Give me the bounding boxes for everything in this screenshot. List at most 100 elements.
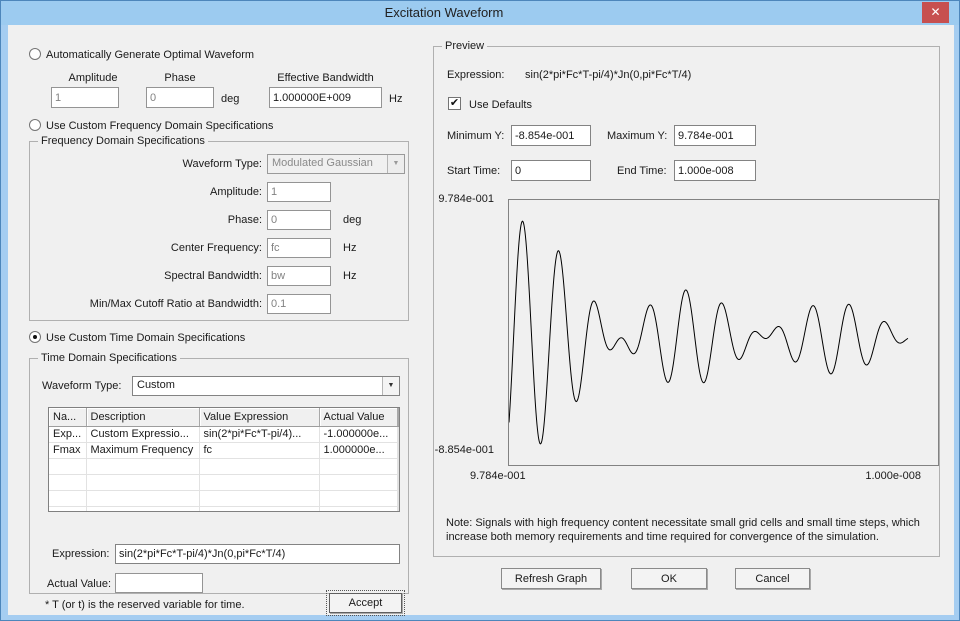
actual-value-label: Actual Value: bbox=[47, 578, 112, 590]
table-cell bbox=[49, 458, 87, 475]
cutoff-ratio-label: Min/Max Cutoff Ratio at Bandwidth: bbox=[89, 298, 262, 310]
min-y-input[interactable] bbox=[511, 125, 591, 146]
table-cell bbox=[199, 506, 320, 511]
title-bar[interactable]: Excitation Waveform ✕ bbox=[1, 1, 959, 25]
min-y-label: Minimum Y: bbox=[447, 130, 505, 142]
parameter-table[interactable]: Na... Description Value Expression Actual V… bbox=[48, 407, 400, 512]
waveform-plot bbox=[508, 220, 909, 445]
radio-auto-generate[interactable] bbox=[29, 48, 41, 60]
waveform-graph bbox=[508, 199, 939, 466]
table-empty-row bbox=[49, 506, 399, 511]
spectral-bandwidth-unit: Hz bbox=[343, 270, 357, 282]
table-cell bbox=[86, 506, 200, 511]
expression-input[interactable] bbox=[115, 544, 400, 564]
dialog-body: Automatically Generate Optimal Waveform … bbox=[8, 25, 954, 616]
radio-custom-frequency-label[interactable]: Use Custom Frequency Domain Specificatio… bbox=[46, 120, 273, 132]
time-waveform-type-label: Waveform Type: bbox=[42, 380, 122, 392]
use-defaults-label[interactable]: Use Defaults bbox=[469, 99, 532, 111]
note-line-1: Note: Signals with high frequency conten… bbox=[446, 517, 920, 529]
time-footnote: * T (or t) is the reserved variable for … bbox=[45, 599, 245, 611]
table-cell: Custom Expressio... bbox=[86, 426, 200, 443]
max-y-input[interactable] bbox=[674, 125, 756, 146]
refresh-graph-button[interactable]: Refresh Graph bbox=[501, 568, 601, 589]
table-column-header[interactable]: Description bbox=[86, 408, 200, 427]
preview-expression-label: Expression: bbox=[447, 69, 505, 81]
table-column-header[interactable]: Value Expression bbox=[199, 408, 320, 427]
time-waveform-type-dropdown[interactable]: Custom ▼ bbox=[132, 376, 400, 396]
table-cell: sin(2*pi*Fc*T-pi/4)... bbox=[199, 426, 320, 443]
table-row[interactable]: Exp... Custom Expressio... sin(2*pi*Fc*T-p… bbox=[49, 426, 399, 443]
table-cell bbox=[319, 458, 398, 475]
preview-group: Preview Expression: sin(2*pi*Fc*T-pi/4)*… bbox=[433, 40, 940, 557]
preview-expression-value: sin(2*pi*Fc*T-pi/4)*Jn(0,pi*Fc*T/4) bbox=[525, 69, 692, 81]
radio-auto-generate-label[interactable]: Automatically Generate Optimal Waveform bbox=[46, 49, 254, 61]
table-empty-row bbox=[49, 490, 399, 507]
table-cell bbox=[397, 506, 399, 511]
close-button[interactable]: ✕ bbox=[922, 2, 949, 23]
time-waveform-type-value: Custom bbox=[137, 379, 175, 391]
max-y-label: Maximum Y: bbox=[607, 130, 668, 142]
table-cell bbox=[397, 474, 399, 491]
start-time-label: Start Time: bbox=[447, 165, 501, 177]
expression-label: Expression: bbox=[52, 548, 110, 560]
note-line-2: increase both memory requirements and ti… bbox=[446, 531, 879, 543]
table-cell: Exp... bbox=[49, 426, 87, 443]
table-cell: Fmax bbox=[49, 442, 87, 459]
frequency-domain-group-title: Frequency Domain Specifications bbox=[38, 135, 208, 147]
table-cell bbox=[86, 474, 200, 491]
freq-phase-field bbox=[267, 210, 331, 230]
time-domain-group-title: Time Domain Specifications bbox=[38, 352, 180, 364]
effective-bandwidth-field bbox=[269, 87, 382, 108]
table-cell bbox=[49, 490, 87, 507]
hz-unit-label: Hz bbox=[389, 93, 403, 105]
freq-phase-unit: deg bbox=[343, 214, 362, 226]
table-cell bbox=[49, 506, 87, 511]
table-cell bbox=[319, 490, 398, 507]
table-empty-row bbox=[49, 474, 399, 491]
waveform-type-value: Modulated Gaussian bbox=[272, 157, 373, 169]
cutoff-ratio-field bbox=[267, 294, 331, 314]
radio-custom-time[interactable] bbox=[29, 331, 41, 343]
radio-custom-time-label[interactable]: Use Custom Time Domain Specifications bbox=[46, 332, 245, 344]
y-axis-min-label: -8.854e-001 bbox=[434, 444, 494, 456]
freq-amplitude-field bbox=[267, 182, 331, 202]
table-cell bbox=[319, 474, 398, 491]
spectral-bandwidth-label: Spectral Bandwidth: bbox=[164, 270, 262, 282]
center-frequency-label: Center Frequency: bbox=[170, 242, 262, 254]
use-defaults-checkbox[interactable]: ✔ bbox=[448, 97, 461, 110]
table-cell bbox=[319, 506, 398, 511]
chevron-down-icon: ▼ bbox=[382, 377, 399, 395]
deg-unit-label: deg bbox=[221, 93, 240, 105]
cancel-button[interactable]: Cancel bbox=[735, 568, 810, 589]
table-row[interactable]: Fmax Maximum Frequency fc 1.000000e... bbox=[49, 442, 399, 459]
parameter-table-grid: Na... Description Value Expression Actual V… bbox=[49, 408, 399, 511]
table-cell bbox=[397, 426, 399, 443]
center-frequency-field bbox=[267, 238, 331, 258]
phase-label: Phase bbox=[164, 72, 196, 84]
close-icon: ✕ bbox=[930, 5, 941, 19]
table-cell bbox=[397, 490, 399, 507]
table-column-header[interactable]: Actual Value bbox=[319, 408, 398, 427]
amplitude-field bbox=[51, 87, 119, 108]
freq-amplitude-label: Amplitude: bbox=[210, 186, 262, 198]
frequency-domain-group: Frequency Domain Specifications Waveform… bbox=[29, 135, 409, 321]
ok-button[interactable]: OK bbox=[631, 568, 707, 589]
center-frequency-unit: Hz bbox=[343, 242, 357, 254]
table-cell: fc bbox=[199, 442, 320, 459]
y-axis-max-label: 9.784e-001 bbox=[438, 193, 494, 205]
table-header-row: Na... Description Value Expression Actual V… bbox=[49, 408, 399, 427]
radio-custom-frequency[interactable] bbox=[29, 119, 41, 131]
time-domain-group: Time Domain Specifications Waveform Type… bbox=[29, 352, 409, 616]
x-axis-right-label: 1.000e-008 bbox=[865, 470, 921, 482]
phase-field bbox=[146, 87, 214, 108]
accept-button[interactable]: Accept bbox=[326, 590, 405, 616]
table-cell bbox=[199, 490, 320, 507]
start-time-input[interactable] bbox=[511, 160, 591, 181]
waveform-type-label: Waveform Type: bbox=[182, 158, 262, 170]
amplitude-label: Amplitude bbox=[68, 72, 118, 84]
spectral-bandwidth-field bbox=[267, 266, 331, 286]
table-column-header[interactable]: Na... bbox=[49, 408, 87, 427]
table-cell: 1.000000e... bbox=[319, 442, 398, 459]
table-cell: Maximum Frequency bbox=[86, 442, 200, 459]
end-time-input[interactable] bbox=[674, 160, 756, 181]
